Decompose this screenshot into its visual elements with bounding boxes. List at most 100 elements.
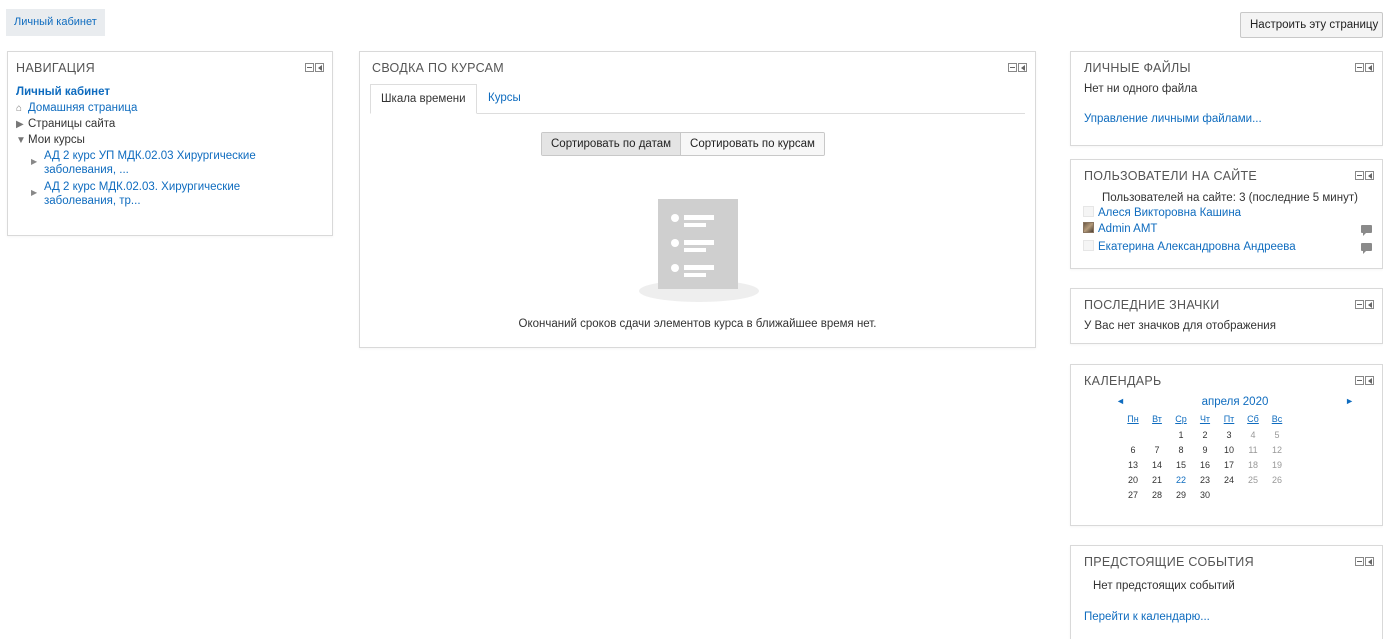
nav-home-link[interactable]: Домашняя страница	[28, 102, 137, 114]
nav-my-courses[interactable]: Мои курсы	[28, 134, 85, 146]
weekday-header: Ср	[1175, 414, 1187, 424]
message-icon[interactable]	[1361, 243, 1372, 254]
navigation-block: НАВИГАЦИЯ Личный кабинет ⌂ Домашняя стран…	[7, 51, 333, 236]
weekday-header: Чт	[1199, 414, 1211, 424]
upcoming-events-block-controls	[1355, 557, 1374, 566]
course-name-line: АД 2 курс УП МДК.02.03 Хирургические	[44, 150, 256, 162]
next-month-icon[interactable]: ►	[1345, 396, 1354, 406]
calendar-day[interactable]: 5	[1265, 427, 1289, 442]
collapse-block-icon[interactable]	[1355, 171, 1364, 180]
nav-dashboard-link[interactable]: Личный кабинет	[16, 86, 110, 98]
calendar-block: КАЛЕНДАРЬ ◄ апреля 2020 ► Пн Вт Ср Чт Пт Сб Вс…	[1070, 364, 1383, 526]
calendar-day[interactable]: 30	[1193, 487, 1217, 502]
calendar-day[interactable]: 22	[1169, 472, 1193, 487]
latest-badges-empty: У Вас нет значков для отображения	[1084, 320, 1276, 332]
calendar-day[interactable]: 18	[1241, 457, 1265, 472]
calendar-day[interactable]: 23	[1193, 472, 1217, 487]
online-user-name[interactable]: Admin AMT	[1098, 223, 1157, 235]
sort-by-dates-button[interactable]: Сортировать по датам	[542, 133, 682, 155]
calendar-day[interactable]: 1	[1169, 427, 1193, 442]
weekday-header: Пн	[1127, 414, 1139, 424]
collapse-block-icon[interactable]	[1355, 63, 1364, 72]
calendar-day[interactable]: 9	[1193, 442, 1217, 457]
avatar	[1083, 222, 1094, 233]
private-files-block-controls	[1355, 63, 1374, 72]
calendar-day[interactable]: 13	[1121, 457, 1145, 472]
navigation-block-controls	[305, 63, 324, 72]
calendar-day[interactable]: 25	[1241, 472, 1265, 487]
tab-courses[interactable]: Курсы	[478, 84, 531, 114]
calendar-day[interactable]: 4	[1241, 427, 1265, 442]
online-user-name[interactable]: Екатерина Александровна Андреева	[1098, 241, 1296, 253]
latest-badges-block: ПОСЛЕДНИЕ ЗНАЧКИ У Вас нет значков для о…	[1070, 288, 1383, 344]
calendar-day[interactable]: 16	[1193, 457, 1217, 472]
collapse-block-icon[interactable]	[1355, 557, 1364, 566]
dock-block-icon[interactable]	[1365, 63, 1374, 72]
dock-block-icon[interactable]	[1365, 557, 1374, 566]
avatar	[1083, 206, 1094, 217]
dock-block-icon[interactable]	[1365, 376, 1374, 385]
calendar-day[interactable]: 20	[1121, 472, 1145, 487]
online-users-title: ПОЛЬЗОВАТЕЛИ НА САЙТЕ	[1084, 169, 1258, 183]
chevron-right-icon[interactable]: ▶	[16, 117, 28, 133]
calendar-month-label[interactable]: апреля 2020	[1116, 396, 1354, 408]
calendar-day[interactable]: 29	[1169, 487, 1193, 502]
calendar-day[interactable]: 8	[1169, 442, 1193, 457]
calendar-day[interactable]: 27	[1121, 487, 1145, 502]
message-icon[interactable]	[1361, 225, 1372, 236]
calendar-day[interactable]: 15	[1169, 457, 1193, 472]
calendar-day[interactable]: 26	[1265, 472, 1289, 487]
collapse-block-icon[interactable]	[305, 63, 314, 72]
chevron-right-icon[interactable]: ▶	[31, 186, 37, 200]
nav-course-item[interactable]: ▶ АД 2 курс УП МДК.02.03 Хирургические з…	[16, 149, 324, 177]
calendar-day[interactable]: 3	[1217, 427, 1241, 442]
dock-block-icon[interactable]	[1365, 300, 1374, 309]
breadcrumb[interactable]: Личный кабинет	[6, 9, 105, 36]
calendar-block-controls	[1355, 376, 1374, 385]
breadcrumb-dashboard-link[interactable]: Личный кабинет	[14, 16, 97, 28]
calendar-day[interactable]: 21	[1145, 472, 1169, 487]
online-users-block-controls	[1355, 171, 1374, 180]
sort-by-courses-button[interactable]: Сортировать по курсам	[681, 133, 824, 155]
manage-private-files-link[interactable]: Управление личными файлами...	[1084, 113, 1262, 125]
chevron-right-icon[interactable]: ▶	[31, 155, 37, 169]
online-user-row[interactable]: Екатерина Александровна Андреева	[1083, 240, 1372, 255]
tab-timeline[interactable]: Шкала времени	[370, 84, 477, 114]
private-files-empty: Нет ни одного файла	[1084, 83, 1198, 95]
collapse-block-icon[interactable]	[1355, 376, 1364, 385]
calendar-day[interactable]: 12	[1265, 442, 1289, 457]
weekday-header: Вс	[1271, 414, 1283, 424]
nav-site-pages[interactable]: Страницы сайта	[28, 118, 115, 130]
online-user-row[interactable]: Алеся Викторовна Кашина	[1083, 206, 1372, 221]
dock-block-icon[interactable]	[1365, 171, 1374, 180]
calendar-day[interactable]: 28	[1145, 487, 1169, 502]
calendar-day[interactable]: 6	[1121, 442, 1145, 457]
calendar-day[interactable]: 10	[1217, 442, 1241, 457]
calendar-day[interactable]: 19	[1265, 457, 1289, 472]
calendar-day[interactable]: 17	[1217, 457, 1241, 472]
calendar-day[interactable]: 24	[1217, 472, 1241, 487]
dock-block-icon[interactable]	[1018, 63, 1027, 72]
customize-page-button[interactable]: Настроить эту страницу	[1240, 12, 1383, 38]
goto-calendar-link[interactable]: Перейти к календарю...	[1084, 611, 1210, 623]
calendar-day[interactable]: 14	[1145, 457, 1169, 472]
calendar-header: ◄ апреля 2020 ►	[1116, 396, 1354, 410]
nav-course-item[interactable]: ▶ АД 2 курс МДК.02.03. Хирургические заб…	[16, 180, 324, 208]
calendar-day[interactable]: 7	[1145, 442, 1169, 457]
navigation-tree: Личный кабинет ⌂ Домашняя страница ▶ Стран…	[16, 84, 324, 211]
calendar-day	[1217, 487, 1241, 502]
calendar-day[interactable]: 11	[1241, 442, 1265, 457]
course-name-line: АД 2 курс МДК.02.03. Хирургические	[44, 181, 241, 193]
upcoming-events-title: ПРЕДСТОЯЩИЕ СОБЫТИЯ	[1084, 555, 1254, 569]
dock-block-icon[interactable]	[315, 63, 324, 72]
upcoming-events-empty: Нет предстоящих событий	[1093, 580, 1235, 592]
online-user-row[interactable]: Admin AMT	[1083, 222, 1372, 237]
collapse-block-icon[interactable]	[1008, 63, 1017, 72]
collapse-block-icon[interactable]	[1355, 300, 1364, 309]
online-user-name[interactable]: Алеся Викторовна Кашина	[1098, 207, 1241, 219]
calendar-day[interactable]: 2	[1193, 427, 1217, 442]
chevron-down-icon[interactable]: ▼	[16, 133, 28, 149]
calendar-week-row: 13 14 15 16 17 18 19	[1121, 457, 1289, 472]
calendar-title: КАЛЕНДАРЬ	[1084, 374, 1162, 388]
weekday-header: Вт	[1152, 414, 1162, 424]
